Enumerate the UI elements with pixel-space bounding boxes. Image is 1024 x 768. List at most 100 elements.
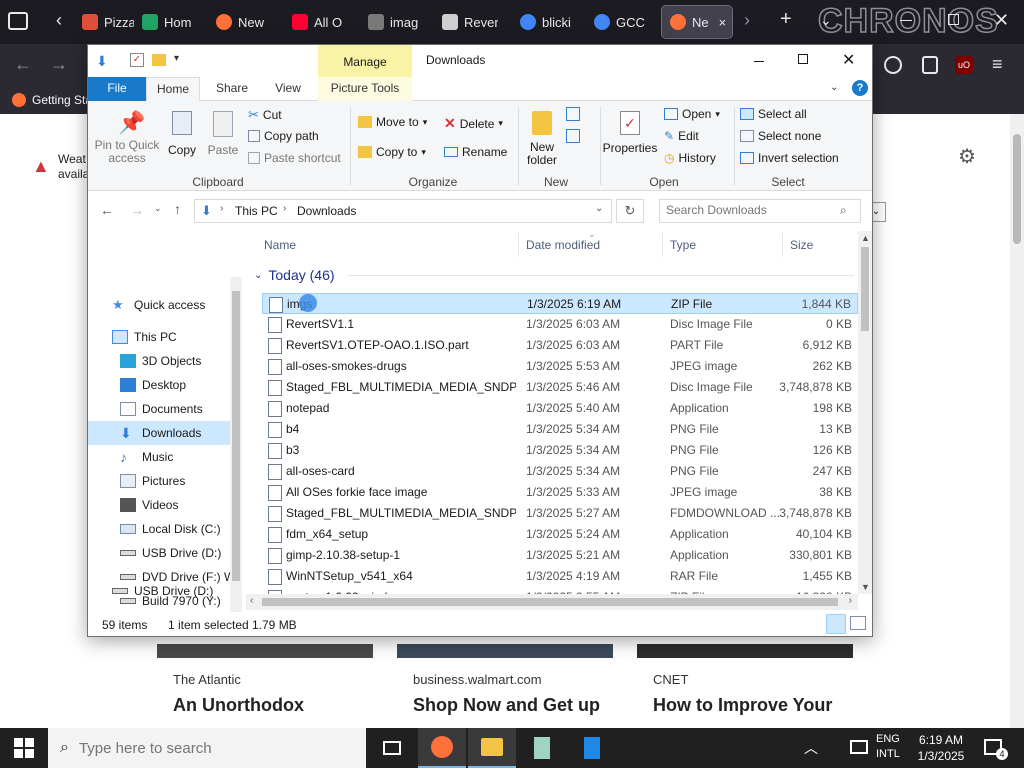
minimize-browser-icon[interactable] bbox=[900, 20, 912, 21]
taskbar-app-4[interactable] bbox=[568, 728, 616, 768]
vertical-scrollbar[interactable]: ▲ ▼ bbox=[858, 231, 872, 594]
nav-item-3d-objects[interactable]: 3D Objects bbox=[88, 349, 230, 373]
help-icon[interactable]: ? bbox=[852, 80, 868, 96]
paste-button[interactable]: Paste bbox=[206, 105, 240, 171]
tab-overview-icon[interactable] bbox=[8, 12, 28, 30]
bookmark-getting-started[interactable]: Getting Sta bbox=[12, 93, 92, 107]
maximize-icon[interactable] bbox=[798, 54, 808, 64]
address-dropdown-icon[interactable]: ⌄ bbox=[595, 203, 603, 214]
browser-tab-pizza[interactable]: Pizza bbox=[74, 6, 134, 38]
nav-item-quick-access[interactable]: ★ Quick access bbox=[88, 293, 230, 317]
settings-icon[interactable]: ⚙ bbox=[958, 144, 976, 169]
browser-tab-images[interactable]: imag bbox=[360, 6, 424, 38]
nav-item-videos[interactable]: Videos bbox=[88, 493, 230, 517]
pin-quick-access-button[interactable]: 📌 Pin to Quick access bbox=[92, 105, 162, 171]
cut-button[interactable]: ✂ Cut bbox=[248, 107, 282, 123]
ublock-icon[interactable]: uO bbox=[955, 56, 973, 74]
column-divider[interactable] bbox=[662, 233, 663, 257]
manage-context-tab[interactable]: Manage bbox=[318, 45, 412, 77]
tab-file[interactable]: File bbox=[88, 77, 146, 101]
nav-item-downloads[interactable]: ⬇ Downloads bbox=[88, 421, 230, 445]
task-view-icon[interactable] bbox=[368, 728, 416, 768]
delete-button[interactable]: ✕ Delete ▾ bbox=[444, 115, 503, 132]
close-browser-icon[interactable]: ✕ bbox=[994, 10, 1009, 31]
taskbar-search-input[interactable] bbox=[78, 739, 329, 757]
column-divider[interactable] bbox=[518, 233, 519, 257]
copy-to-button[interactable]: Copy to ▾ bbox=[358, 145, 426, 159]
nav-item-this-pc[interactable]: This PC bbox=[88, 325, 230, 349]
v-scroll-thumb[interactable] bbox=[861, 247, 869, 331]
card-title[interactable]: Shop Now and Get up to 65% Off bbox=[413, 693, 613, 717]
properties-button[interactable]: ✓ Properties bbox=[602, 105, 658, 171]
news-card[interactable]: business.walmart.com Shop Now and Get up… bbox=[397, 644, 613, 728]
copy-button[interactable]: Copy bbox=[166, 105, 198, 171]
restore-browser-icon[interactable] bbox=[948, 14, 959, 25]
forward-icon[interactable]: → bbox=[130, 202, 144, 218]
tab-share[interactable]: Share bbox=[208, 77, 256, 101]
refresh-icon[interactable]: ↻ bbox=[616, 199, 644, 223]
nav-pane-scrollbar[interactable] bbox=[230, 277, 242, 612]
browser-tab-home[interactable]: Hom bbox=[134, 6, 198, 38]
tab-close-icon[interactable]: × bbox=[719, 15, 727, 30]
page-scrollbar[interactable] bbox=[1010, 114, 1024, 728]
search-input[interactable] bbox=[666, 203, 834, 217]
rename-button[interactable]: Rename bbox=[444, 145, 507, 159]
browser-tab-new[interactable]: New bbox=[208, 6, 278, 38]
scroll-up-icon[interactable]: ▲ bbox=[861, 233, 870, 243]
file-row[interactable]: imgs1/3/2025 6:19 AMZIP File1,844 KB bbox=[262, 293, 858, 314]
h-scroll-thumb[interactable] bbox=[262, 598, 838, 606]
card-title[interactable]: How to Improve Your Cell Signal Anywhere… bbox=[653, 693, 853, 717]
file-row[interactable]: RevertSV1.OTEP-OAO.1.ISO.part 1/3/2025 6:… bbox=[262, 335, 858, 356]
file-row[interactable]: fdm_x64_setup 1/3/2025 5:24 AM Application… bbox=[262, 524, 858, 545]
nav-scroll-thumb[interactable] bbox=[232, 291, 240, 581]
nav-item-pictures[interactable]: Pictures bbox=[88, 469, 230, 493]
breadcrumb-downloads[interactable]: Downloads bbox=[297, 204, 356, 218]
browser-tab-revert[interactable]: Rever bbox=[434, 6, 498, 38]
column-header-size[interactable]: Size bbox=[790, 238, 813, 252]
open-button[interactable]: Open ▾ bbox=[664, 107, 720, 121]
page-scroll-thumb[interactable] bbox=[1013, 134, 1021, 244]
tabs-scroll-left-icon[interactable]: ‹ bbox=[56, 10, 62, 31]
minimize-icon[interactable] bbox=[754, 61, 764, 62]
search-box[interactable]: ⌕ bbox=[659, 199, 861, 223]
nav-item-local-disk-c[interactable]: Local Disk (C:) bbox=[88, 517, 230, 541]
up-icon[interactable]: ↑ bbox=[174, 201, 181, 217]
tabs-scroll-right-icon[interactable]: › bbox=[744, 10, 750, 31]
close-icon[interactable]: ✕ bbox=[842, 50, 855, 70]
easy-access-icon[interactable] bbox=[566, 129, 580, 143]
browser-tab-blicki[interactable]: blicki bbox=[512, 6, 578, 38]
tab-home[interactable]: Home bbox=[146, 77, 200, 102]
news-card[interactable]: CNET How to Improve Your Cell Signal Any… bbox=[637, 644, 853, 728]
group-header-today[interactable]: ⌄ Today (46) bbox=[254, 267, 854, 283]
back-icon[interactable]: ← bbox=[14, 54, 32, 75]
tab-picture-tools[interactable]: Picture Tools bbox=[318, 77, 412, 101]
file-row[interactable]: gimp-2.10.38-setup-1 1/3/2025 5:21 AM Appl… bbox=[262, 545, 858, 566]
nav-item-music[interactable]: ♪ Music bbox=[88, 445, 230, 469]
move-to-button[interactable]: Move to ▾ bbox=[358, 115, 427, 129]
file-row[interactable]: all-oses-smokes-drugs 1/3/2025 5:53 AM JPE… bbox=[262, 356, 858, 377]
properties-qat-icon[interactable]: ✓ bbox=[130, 53, 144, 67]
network-icon[interactable] bbox=[850, 740, 868, 754]
breadcrumb-this-pc[interactable]: This PC bbox=[235, 204, 278, 218]
scroll-right-icon[interactable]: › bbox=[849, 595, 852, 606]
file-row[interactable]: notepad 1/3/2025 5:40 AM Application 198 KB bbox=[262, 398, 858, 419]
file-row[interactable]: b4 1/3/2025 5:34 AM PNG File 13 KB bbox=[262, 419, 858, 440]
address-bar[interactable]: ⬇ › This PC › Downloads ⌄ bbox=[194, 199, 612, 223]
qat-dropdown-icon[interactable]: ▾ bbox=[174, 53, 179, 64]
back-icon[interactable]: ← bbox=[100, 202, 114, 218]
file-row[interactable]: b3 1/3/2025 5:34 AM PNG File 126 KB bbox=[262, 440, 858, 461]
clock[interactable]: 6:19 AM 1/3/2025 bbox=[912, 732, 970, 764]
menu-icon[interactable]: ≡ bbox=[992, 54, 1003, 75]
nav-item-documents[interactable]: Documents bbox=[88, 397, 230, 421]
browser-tab-all-oses[interactable]: All O bbox=[284, 6, 348, 38]
scroll-left-icon[interactable]: ‹ bbox=[250, 595, 253, 606]
title-bar[interactable]: ⬇ ✓ ▾ Manage Downloads ✕ bbox=[88, 45, 872, 77]
file-row[interactable]: Staged_FBL_MULTIMEDIA_MEDIA_SNDPR... 1/3/… bbox=[262, 377, 858, 398]
column-header-type[interactable]: Type bbox=[670, 238, 696, 252]
news-card[interactable]: The Atlantic An Unorthodox Strategy to S… bbox=[157, 644, 373, 728]
ribbon-collapse-icon[interactable]: ⌄ bbox=[830, 82, 838, 93]
new-folder-button[interactable]: New folder bbox=[522, 105, 562, 171]
column-divider[interactable] bbox=[782, 233, 783, 257]
account-icon[interactable] bbox=[884, 56, 902, 74]
copy-path-button[interactable]: Copy path bbox=[248, 129, 319, 143]
